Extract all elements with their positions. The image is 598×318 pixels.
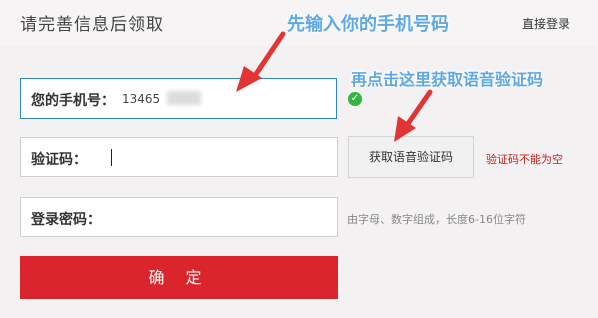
arrow-to-voice-button-icon — [394, 89, 433, 142]
annotation-arrows — [236, 31, 433, 142]
annotation-step1: 先输入你的手机号码 — [287, 14, 449, 35]
arrow-to-phone-icon — [236, 31, 286, 92]
annotation-step2: 再点击这里获取语音验证码 — [351, 70, 544, 89]
